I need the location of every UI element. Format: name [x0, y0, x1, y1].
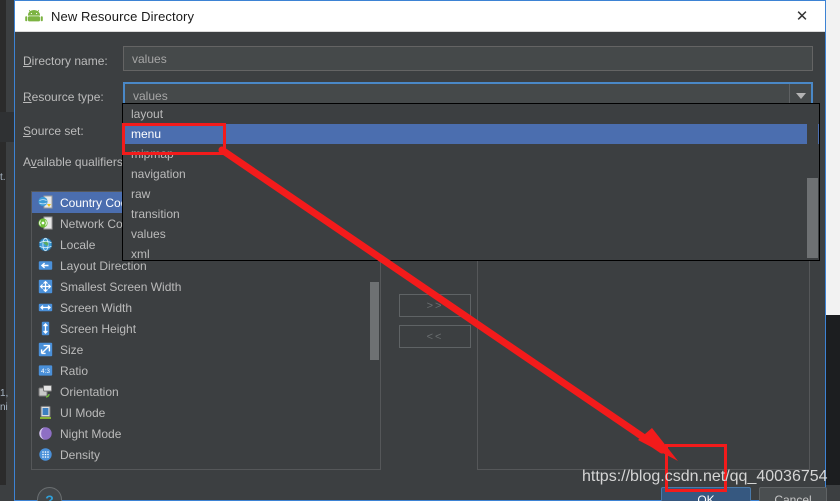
annotation-box-menu-option	[122, 123, 226, 155]
screen: t. 1, ni ↲ 1 s 424 ms New Resource Direc…	[0, 0, 840, 501]
source-set-accel: S	[23, 124, 32, 138]
resource-type-accel: R	[23, 90, 32, 104]
background-tool-tab[interactable]	[0, 112, 14, 142]
dropdown-option[interactable]: raw	[123, 184, 819, 204]
watermark-text: https://blog.csdn.net/qq_40036754	[582, 468, 828, 485]
available-qualifiers-label: Available qualifiers:	[23, 155, 126, 169]
dropdown-option[interactable]: values	[123, 224, 819, 244]
qualifier-item[interactable]: Orientation	[32, 381, 380, 402]
resource-type-dropdown[interactable]: layout menu mipmap navigation raw transition v…	[122, 103, 820, 261]
dropdown-option-label: layout	[131, 107, 164, 121]
dropdown-option-label: values	[131, 227, 166, 241]
dropdown-option[interactable]: xml	[123, 244, 819, 264]
qualifier-item-label: Screen Height	[60, 321, 137, 336]
android-icon	[25, 9, 43, 23]
qualifier-item[interactable]: Size	[32, 339, 380, 360]
qualifier-item[interactable]: UI Mode	[32, 402, 380, 423]
remove-qualifier-button[interactable]: <<	[399, 325, 471, 348]
night-mode-icon	[38, 426, 53, 441]
add-qualifier-button[interactable]: >>	[399, 294, 471, 317]
density-icon	[38, 447, 53, 462]
qualifier-item[interactable]: Smallest Screen Width	[32, 276, 380, 297]
resource-type-label-rest: esource type:	[31, 90, 104, 104]
qualifier-item-label: Smallest Screen Width	[60, 279, 182, 294]
smallest-screen-width-icon	[38, 279, 53, 294]
ratio-icon: 4:3	[38, 363, 53, 378]
resource-type-label: Resource type:	[23, 90, 104, 104]
background-editor-fragment-2: 1,	[0, 388, 9, 399]
directory-name-input[interactable]: values	[123, 46, 813, 71]
qualifiers-scrollbar-thumb[interactable]	[370, 282, 379, 360]
qualifier-item-label: Orientation	[60, 384, 119, 399]
dropdown-scrollbar-thumb[interactable]	[807, 178, 818, 258]
layout-direction-icon	[38, 258, 53, 273]
size-icon	[38, 342, 53, 357]
directory-name-label-rest: irectory name:	[31, 54, 108, 68]
dropdown-option[interactable]: menu	[123, 124, 819, 144]
available-qualifiers-label-a: A	[23, 155, 31, 169]
qualifier-item[interactable]: Night Mode	[32, 423, 380, 444]
dropdown-option-label: transition	[131, 207, 180, 221]
background-editor-fragment-1: t.	[0, 172, 6, 183]
qualifier-item-label: Locale	[60, 237, 96, 252]
dropdown-option[interactable]: navigation	[123, 164, 819, 184]
dialog-title: New Resource Directory	[51, 8, 195, 24]
qualifier-item-label: UI Mode	[60, 405, 106, 420]
country-code-icon	[38, 195, 53, 210]
dropdown-option[interactable]: transition	[123, 204, 819, 224]
svg-text:4:3: 4:3	[41, 368, 50, 375]
qualifier-item-label: Size	[60, 342, 84, 357]
qualifier-item-label: Ratio	[60, 363, 89, 378]
orientation-icon	[38, 384, 53, 399]
background-editor-fragment-3: ni	[0, 402, 8, 413]
dropdown-option-label: raw	[131, 187, 151, 201]
directory-name-value: values	[132, 51, 167, 66]
locale-globe-icon	[38, 237, 53, 252]
dropdown-option[interactable]: mipmap	[123, 144, 819, 164]
cancel-button[interactable]: Cancel	[759, 487, 827, 501]
directory-name-label: Directory name:	[23, 54, 108, 68]
help-button[interactable]: ?	[37, 487, 62, 501]
dropdown-option-label: xml	[131, 247, 150, 261]
qualifier-item[interactable]: 4:3 Ratio	[32, 360, 380, 381]
source-set-label: Source set:	[23, 124, 84, 138]
network-code-icon	[38, 216, 53, 231]
screen-width-icon	[38, 300, 53, 315]
qualifier-item-label: Screen Width	[60, 300, 133, 315]
chevron-down-glyph	[795, 92, 806, 99]
qualifier-item[interactable]: Density	[32, 444, 380, 465]
source-set-label-rest: ource set:	[31, 124, 84, 138]
qualifier-item-label: Density	[60, 447, 101, 462]
dropdown-option-label: navigation	[131, 167, 186, 181]
background-left-gutter	[0, 0, 6, 501]
screen-height-icon	[38, 321, 53, 336]
qualifier-item-label: Night Mode	[60, 426, 122, 441]
qualifier-item[interactable]: Screen Height	[32, 318, 380, 339]
close-icon[interactable]: ✕	[779, 1, 825, 32]
qualifier-item[interactable]: Screen Width	[32, 297, 380, 318]
ui-mode-icon	[38, 405, 53, 420]
directory-name-accel: D	[23, 54, 32, 68]
available-qualifiers-label-rest: ailable qualifiers:	[36, 155, 127, 169]
dialog-titlebar: New Resource Directory ✕	[15, 1, 825, 32]
resource-type-value: values	[133, 88, 168, 103]
dropdown-option[interactable]: layout	[123, 104, 819, 124]
